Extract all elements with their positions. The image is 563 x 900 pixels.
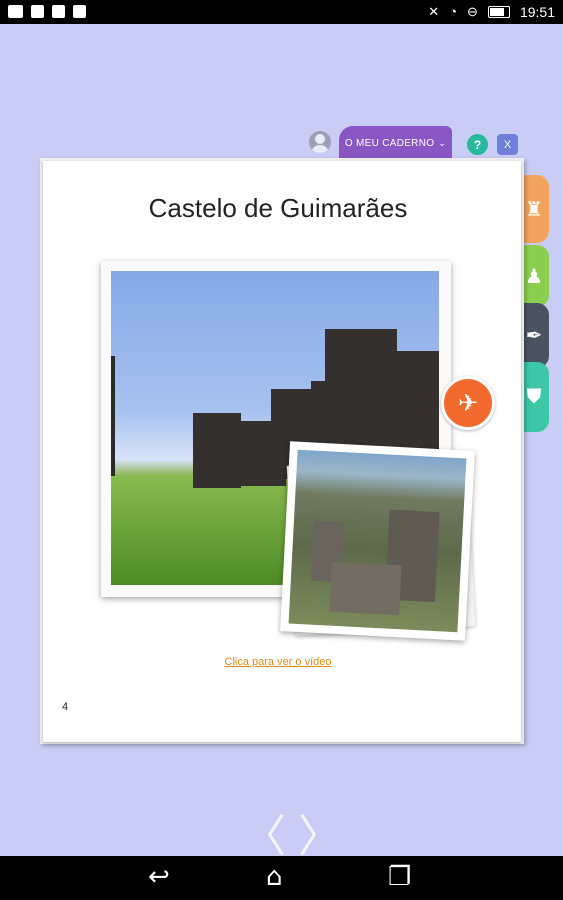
video-link[interactable]: Clica para ver o vídeo [43,656,513,668]
user-avatar-icon[interactable] [309,131,331,153]
book-page: Castelo de Guimarães ✈ Clica para ver o … [43,161,521,742]
mute-icon: ✕ [428,4,440,19]
page-title: Castelo de Guimarães [148,193,408,223]
drone-icon[interactable]: ✈ [441,376,495,430]
back-icon[interactable]: ↩ [148,862,170,892]
castle-icon: ♜ [525,198,543,221]
status-bar: ✕ ◔ ⊖ 19:51 [0,0,563,24]
shield-icon: ⛊ [526,385,542,408]
clock: 19:51 [519,4,555,20]
notification-icon [8,5,23,18]
battery-icon [487,6,510,18]
android-nav-bar: ↩ ⌂ ❐ [0,856,563,900]
page-number: 4 [62,701,69,713]
settings-icon: ⊖ [467,4,478,19]
chevron-down-icon: ⌄ [438,138,447,148]
download-icon [73,5,86,18]
previous-page-arrow-icon[interactable]: 〈 [242,800,286,864]
pawn-icon: ♟ [525,265,543,288]
aerial-castle-photo [288,449,467,633]
home-icon[interactable]: ⌂ [266,862,283,892]
help-button[interactable]: ? [467,134,488,155]
my-notebook-label: O MEU CADERNO [344,138,435,149]
next-page-arrow-icon[interactable]: 〉 [298,800,342,864]
flipboard-icon [31,5,44,18]
my-notebook-tab[interactable]: O MEU CADERNO ⌄ [339,126,452,161]
recent-apps-icon[interactable]: ❐ [388,862,411,892]
sd-card-icon [52,5,65,18]
wifi-icon: ◔ [449,4,458,19]
close-button[interactable]: X [497,134,518,155]
aerial-photo-frame[interactable] [280,441,475,641]
feather-icon: ✒ [525,325,543,347]
